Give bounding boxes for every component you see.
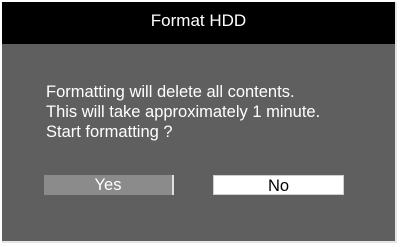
yes-button[interactable]: Yes [44, 175, 174, 195]
dialog-titlebar: Format HDD [2, 2, 395, 44]
no-button[interactable]: No [213, 175, 344, 195]
format-hdd-dialog: Format HDD Formatting will delete all co… [2, 2, 397, 243]
message-line-2: This will take approximately 1 minute. [46, 103, 321, 121]
dialog-message: Formatting will delete all contents. Thi… [46, 82, 320, 142]
dialog-title: Format HDD [150, 11, 247, 30]
message-line-3: Start formatting ? [46, 123, 173, 141]
message-line-1: Formatting will delete all contents. [46, 83, 295, 101]
